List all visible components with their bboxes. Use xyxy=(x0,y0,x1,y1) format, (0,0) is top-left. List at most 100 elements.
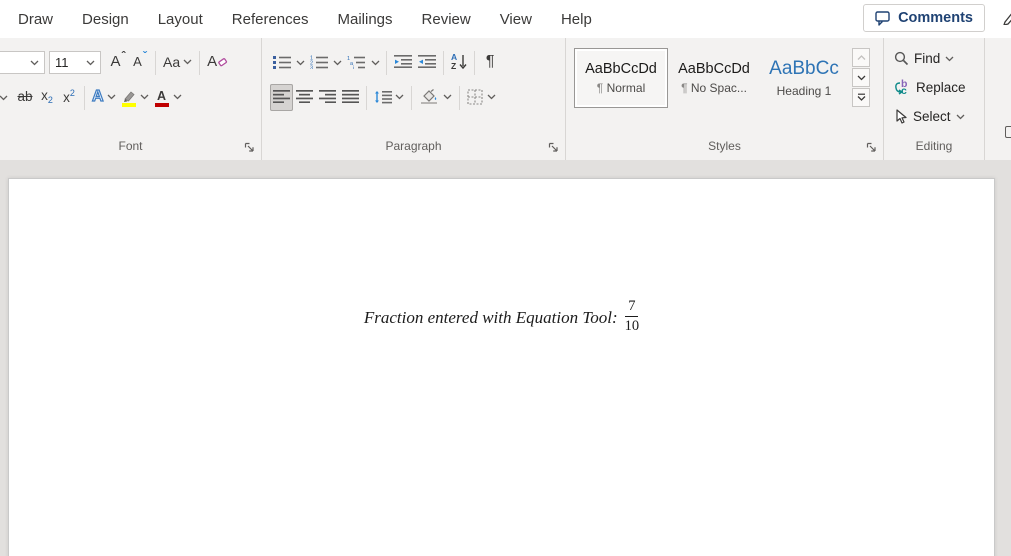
divider xyxy=(199,50,201,75)
numbered-list-icon: 1 2 3 xyxy=(310,55,328,69)
chevron-down-icon xyxy=(107,94,116,99)
replace-icon: b c xyxy=(894,78,911,97)
bullets-button[interactable] xyxy=(270,49,294,76)
tab-draw[interactable]: Draw xyxy=(18,11,53,28)
bullets-menu-chevron[interactable] xyxy=(294,49,307,76)
replace-button[interactable]: b c Replace xyxy=(894,74,984,101)
select-button[interactable]: Select xyxy=(894,103,984,130)
grow-font-button[interactable]: Aˆ xyxy=(107,49,129,76)
align-right-button[interactable] xyxy=(316,84,339,111)
multilevel-menu-chevron[interactable] xyxy=(369,49,382,76)
show-formatting-marks-button[interactable]: ¶ xyxy=(479,49,501,76)
align-center-button[interactable] xyxy=(293,84,316,111)
editing-pen-icon[interactable] xyxy=(1003,9,1011,30)
ribbon-tab-bar: Draw Design Layout References Mailings R… xyxy=(0,0,1011,38)
chevron-down-icon xyxy=(395,94,404,99)
comments-label: Comments xyxy=(898,10,973,26)
superscript-button[interactable]: x2 xyxy=(58,84,80,111)
justify-button[interactable] xyxy=(339,84,362,111)
divider xyxy=(155,50,156,75)
search-icon xyxy=(894,51,909,66)
tab-review[interactable]: Review xyxy=(422,11,471,28)
tab-mailings[interactable]: Mailings xyxy=(337,11,392,28)
subscript-button[interactable]: x2 xyxy=(36,84,58,111)
shading-button[interactable] xyxy=(416,84,455,111)
editing-group-label: Editing xyxy=(915,139,953,153)
fraction-numerator: 7 xyxy=(625,298,639,318)
font-name-combobox[interactable] xyxy=(0,51,45,74)
styles-scroll-down-button[interactable] xyxy=(852,68,870,87)
equation-line[interactable]: Fraction entered with Equation Tool: 7 1… xyxy=(9,298,994,337)
tab-references[interactable]: References xyxy=(232,11,309,28)
style-no-spacing[interactable]: AaBbCcDd ¶ No Spac... xyxy=(670,48,758,108)
clear-formatting-button[interactable]: A xyxy=(204,49,231,76)
style-normal[interactable]: AaBbCcDd ¶ Normal xyxy=(574,48,668,108)
styles-gallery-more-button[interactable] xyxy=(852,88,870,107)
underline-chevron-fragment-icon[interactable] xyxy=(0,95,8,101)
align-left-button[interactable] xyxy=(270,84,293,111)
font-size-combobox[interactable]: 11 xyxy=(49,51,101,74)
chevron-down-icon xyxy=(956,114,964,119)
strikethrough-button[interactable]: ab xyxy=(14,84,36,111)
font-group: 11 Aˆ Aˇ Aa A ab x2 x2 A A Font xyxy=(0,38,262,160)
styles-group-label: Styles xyxy=(708,139,741,153)
change-case-button[interactable]: Aa xyxy=(160,49,195,76)
styles-scroll-up-button[interactable] xyxy=(852,48,870,67)
chevron-down-icon xyxy=(86,60,95,65)
sort-az-icon: AZ xyxy=(451,52,458,71)
clipped-button-fragment xyxy=(1005,126,1011,138)
font-color-button[interactable]: A xyxy=(152,84,185,111)
highlight-color-swatch xyxy=(121,103,136,107)
chevron-down-icon xyxy=(140,94,149,99)
increase-indent-icon xyxy=(418,55,436,68)
svg-text:3: 3 xyxy=(310,65,313,69)
tab-layout[interactable]: Layout xyxy=(158,11,203,28)
styles-dialog-launcher[interactable] xyxy=(866,140,877,158)
paragraph-group-label: Paragraph xyxy=(385,139,442,153)
borders-button[interactable] xyxy=(464,84,499,111)
numbering-menu-chevron[interactable] xyxy=(331,49,344,76)
increase-indent-button[interactable] xyxy=(415,49,439,76)
divider xyxy=(474,50,476,75)
shrink-font-button[interactable]: Aˇ xyxy=(129,49,151,76)
font-group-label: Font xyxy=(118,139,143,153)
line-spacing-button[interactable] xyxy=(371,84,407,111)
paragraph-dialog-launcher[interactable] xyxy=(548,140,559,158)
chevron-down-icon xyxy=(30,60,39,65)
line-spacing-icon xyxy=(375,90,392,103)
divider xyxy=(411,85,412,110)
tab-help[interactable]: Help xyxy=(561,11,592,28)
numbering-button[interactable]: 1 2 3 xyxy=(307,49,331,76)
editing-group: Find b c Replace Select Editing xyxy=(884,38,985,160)
cursor-arrow-icon xyxy=(896,109,907,124)
bullet-list-icon xyxy=(273,55,291,69)
style-heading-1[interactable]: AaBbCc Heading 1 xyxy=(760,48,848,108)
multilevel-list-button[interactable]: 1 a i xyxy=(344,49,369,76)
word-window: Draw Design Layout References Mailings R… xyxy=(0,0,1011,556)
comments-button[interactable]: Comments xyxy=(863,4,985,32)
document-page[interactable]: Fraction entered with Equation Tool: 7 1… xyxy=(8,178,995,556)
sort-button[interactable]: AZ xyxy=(448,49,470,76)
down-arrow-icon xyxy=(459,54,467,69)
tab-view[interactable]: View xyxy=(500,11,532,28)
align-left-icon xyxy=(273,90,290,103)
tab-design[interactable]: Design xyxy=(82,11,129,28)
divider xyxy=(459,85,460,110)
equation-text: Fraction entered with Equation Tool: xyxy=(363,307,618,327)
decrease-indent-button[interactable] xyxy=(391,49,415,76)
styles-group: AaBbCcDd ¶ Normal AaBbCcDd ¶ No Spac... … xyxy=(566,38,884,160)
style-preview: AaBbCc xyxy=(769,58,839,79)
borders-icon xyxy=(467,88,483,105)
font-dialog-launcher[interactable] xyxy=(244,140,255,158)
ribbon: 11 Aˆ Aˇ Aa A ab x2 x2 A A Font 1 2 3 1 … xyxy=(0,38,1011,160)
fraction-denominator: 10 xyxy=(624,318,640,335)
text-effects-button[interactable]: A xyxy=(89,84,119,111)
justify-icon xyxy=(342,90,359,103)
highlight-color-button[interactable] xyxy=(119,84,152,111)
document-area: Fraction entered with Equation Tool: 7 1… xyxy=(0,160,1011,556)
divider xyxy=(366,85,367,110)
chevron-down-icon xyxy=(443,94,452,99)
find-button[interactable]: Find xyxy=(894,45,984,72)
chevron-down-icon xyxy=(173,94,182,99)
styles-gallery-scroll xyxy=(852,48,870,107)
